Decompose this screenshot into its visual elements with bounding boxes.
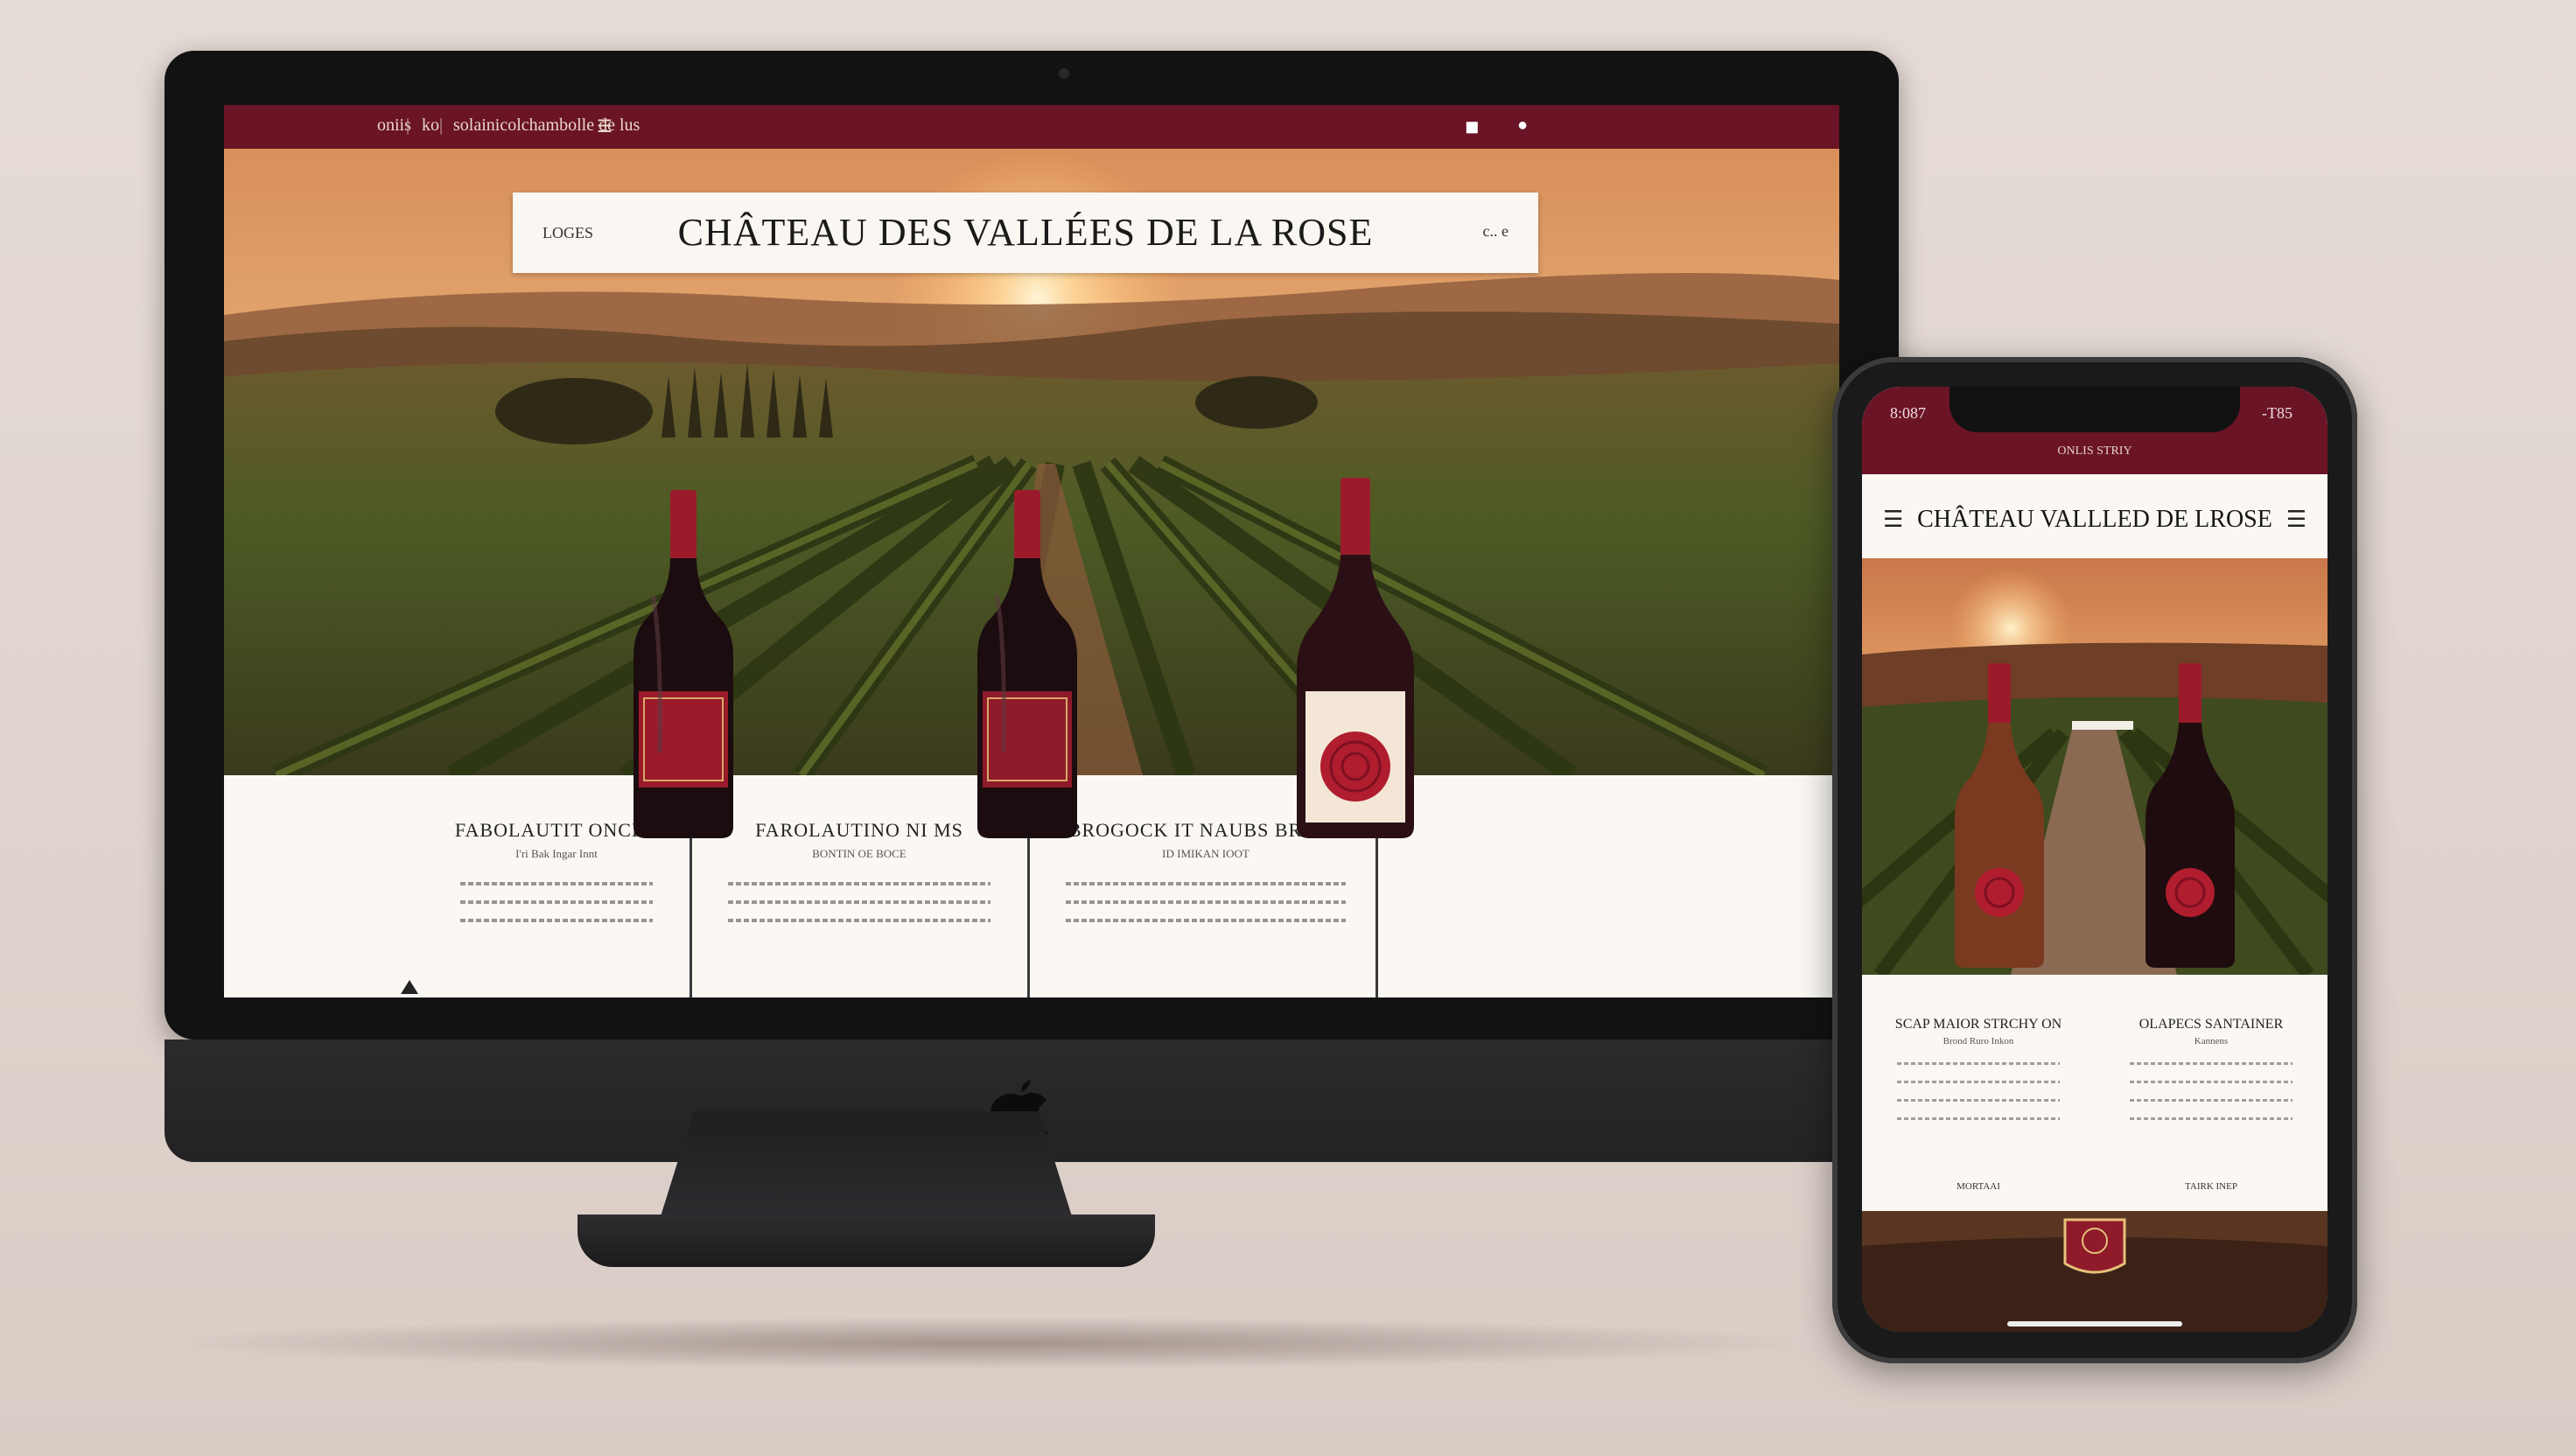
mobile-hero-image — [1862, 558, 2328, 975]
desktop-website: oniis | ko | solainicolchambolle de lus … — [224, 105, 1839, 998]
mobile-footer-image — [1862, 1211, 2328, 1332]
product-description — [460, 882, 653, 937]
phone-notch — [1950, 387, 2240, 432]
scroll-caret-icon[interactable] — [401, 980, 418, 994]
mobile-subheader: ONLIS STRIY — [2057, 444, 2132, 458]
mobile-product-card-1[interactable]: SCAP MAIOR STRCHY ON Brond Ruro Inkon MO… — [1862, 975, 2095, 1211]
product-name: OLAPECS SANTAINER — [2138, 1017, 2284, 1032]
status-battery: ‑T85 — [2262, 404, 2292, 422]
imac-stand-neck — [661, 1111, 1072, 1216]
mobile-product-card-2[interactable]: OLAPECS SANTAINER Kannens TAIRK INEP — [2095, 975, 2328, 1211]
product-subtitle: ID IMIKAN IOOT — [1162, 847, 1250, 860]
mobile-site-title: CHÂTEAU VALLLED DE LROSE — [1917, 506, 2272, 533]
product-link[interactable]: MORTAAI — [1862, 1181, 2095, 1192]
account-icon[interactable]: ● — [1517, 116, 1528, 136]
product-subtitle: Brond Ruro Inkon — [1942, 1036, 2014, 1046]
bookmark-icon[interactable]: ◼ — [1465, 116, 1480, 137]
product-description — [728, 882, 990, 937]
product-description — [1897, 1062, 2060, 1136]
product-description — [1066, 882, 1346, 937]
product-subtitle: Kannens — [2194, 1036, 2229, 1046]
cart-icon[interactable]: c.. e — [1483, 222, 1508, 241]
wine-bottle-2[interactable] — [970, 490, 1084, 840]
footer-seal-illustration — [1862, 1211, 2328, 1332]
mobile-product-panel: SCAP MAIOR STRCHY ON Brond Ruro Inkon MO… — [1862, 975, 2328, 1211]
product-link[interactable]: TAIRK INEP — [2095, 1181, 2328, 1192]
mobile-vineyard-illustration — [1862, 558, 2328, 975]
product-name: SCAP MAIOR STRCHY ON — [1894, 1017, 2062, 1032]
webcam — [1059, 68, 1069, 79]
status-time: 8:087 — [1890, 404, 1927, 422]
wine-bottle-3[interactable] — [1290, 478, 1421, 840]
product-subtitle: I'ri Bak Ingar Innt — [515, 847, 598, 860]
desk-shadow — [158, 1317, 1820, 1369]
mobile-wine-bottle-1[interactable] — [1951, 663, 2048, 970]
topbar-separator: | — [439, 116, 444, 135]
product-description — [2130, 1062, 2292, 1136]
site-title: CHÂTEAU DES VALLÉES DE LA ROSE — [677, 211, 1374, 254]
smartphone-device: 8:087 ‑T85 ONLIS STRIY ☰ CHÂTEAU VALLLED… — [1832, 357, 2357, 1363]
mobile-wine-bottle-2[interactable] — [2142, 663, 2238, 970]
imac-bezel: oniis | ko | solainicolchambolle de lus … — [164, 51, 1899, 1040]
menu-icon[interactable]: ☰ — [2286, 506, 2306, 533]
imac-device: oniis | ko | solainicolchambolle de lus … — [164, 51, 1899, 1162]
top-utility-bar: oniis | ko | solainicolchambolle de lus … — [224, 105, 1839, 149]
home-indicator — [2007, 1321, 2182, 1326]
imac-stand-base — [578, 1214, 1155, 1267]
wine-bottle-1[interactable] — [626, 490, 740, 840]
product-subtitle: BONTIN OE BOCE — [812, 847, 906, 860]
mobile-header: ☰ CHÂTEAU VALLLED DE LROSE ☰ — [1862, 474, 2328, 558]
site-title-bar: LOGES CHÂTEAU DES VALLÉES DE LA ROSE c..… — [513, 192, 1538, 273]
topbar-link-2[interactable]: ko — [422, 116, 439, 136]
mobile-website: 8:087 ‑T85 ONLIS STRIY ☰ CHÂTEAU VALLLED… — [1862, 387, 2328, 1332]
menu-icon[interactable]: ☰ — [597, 116, 612, 137]
topbar-separator: | — [406, 116, 410, 135]
